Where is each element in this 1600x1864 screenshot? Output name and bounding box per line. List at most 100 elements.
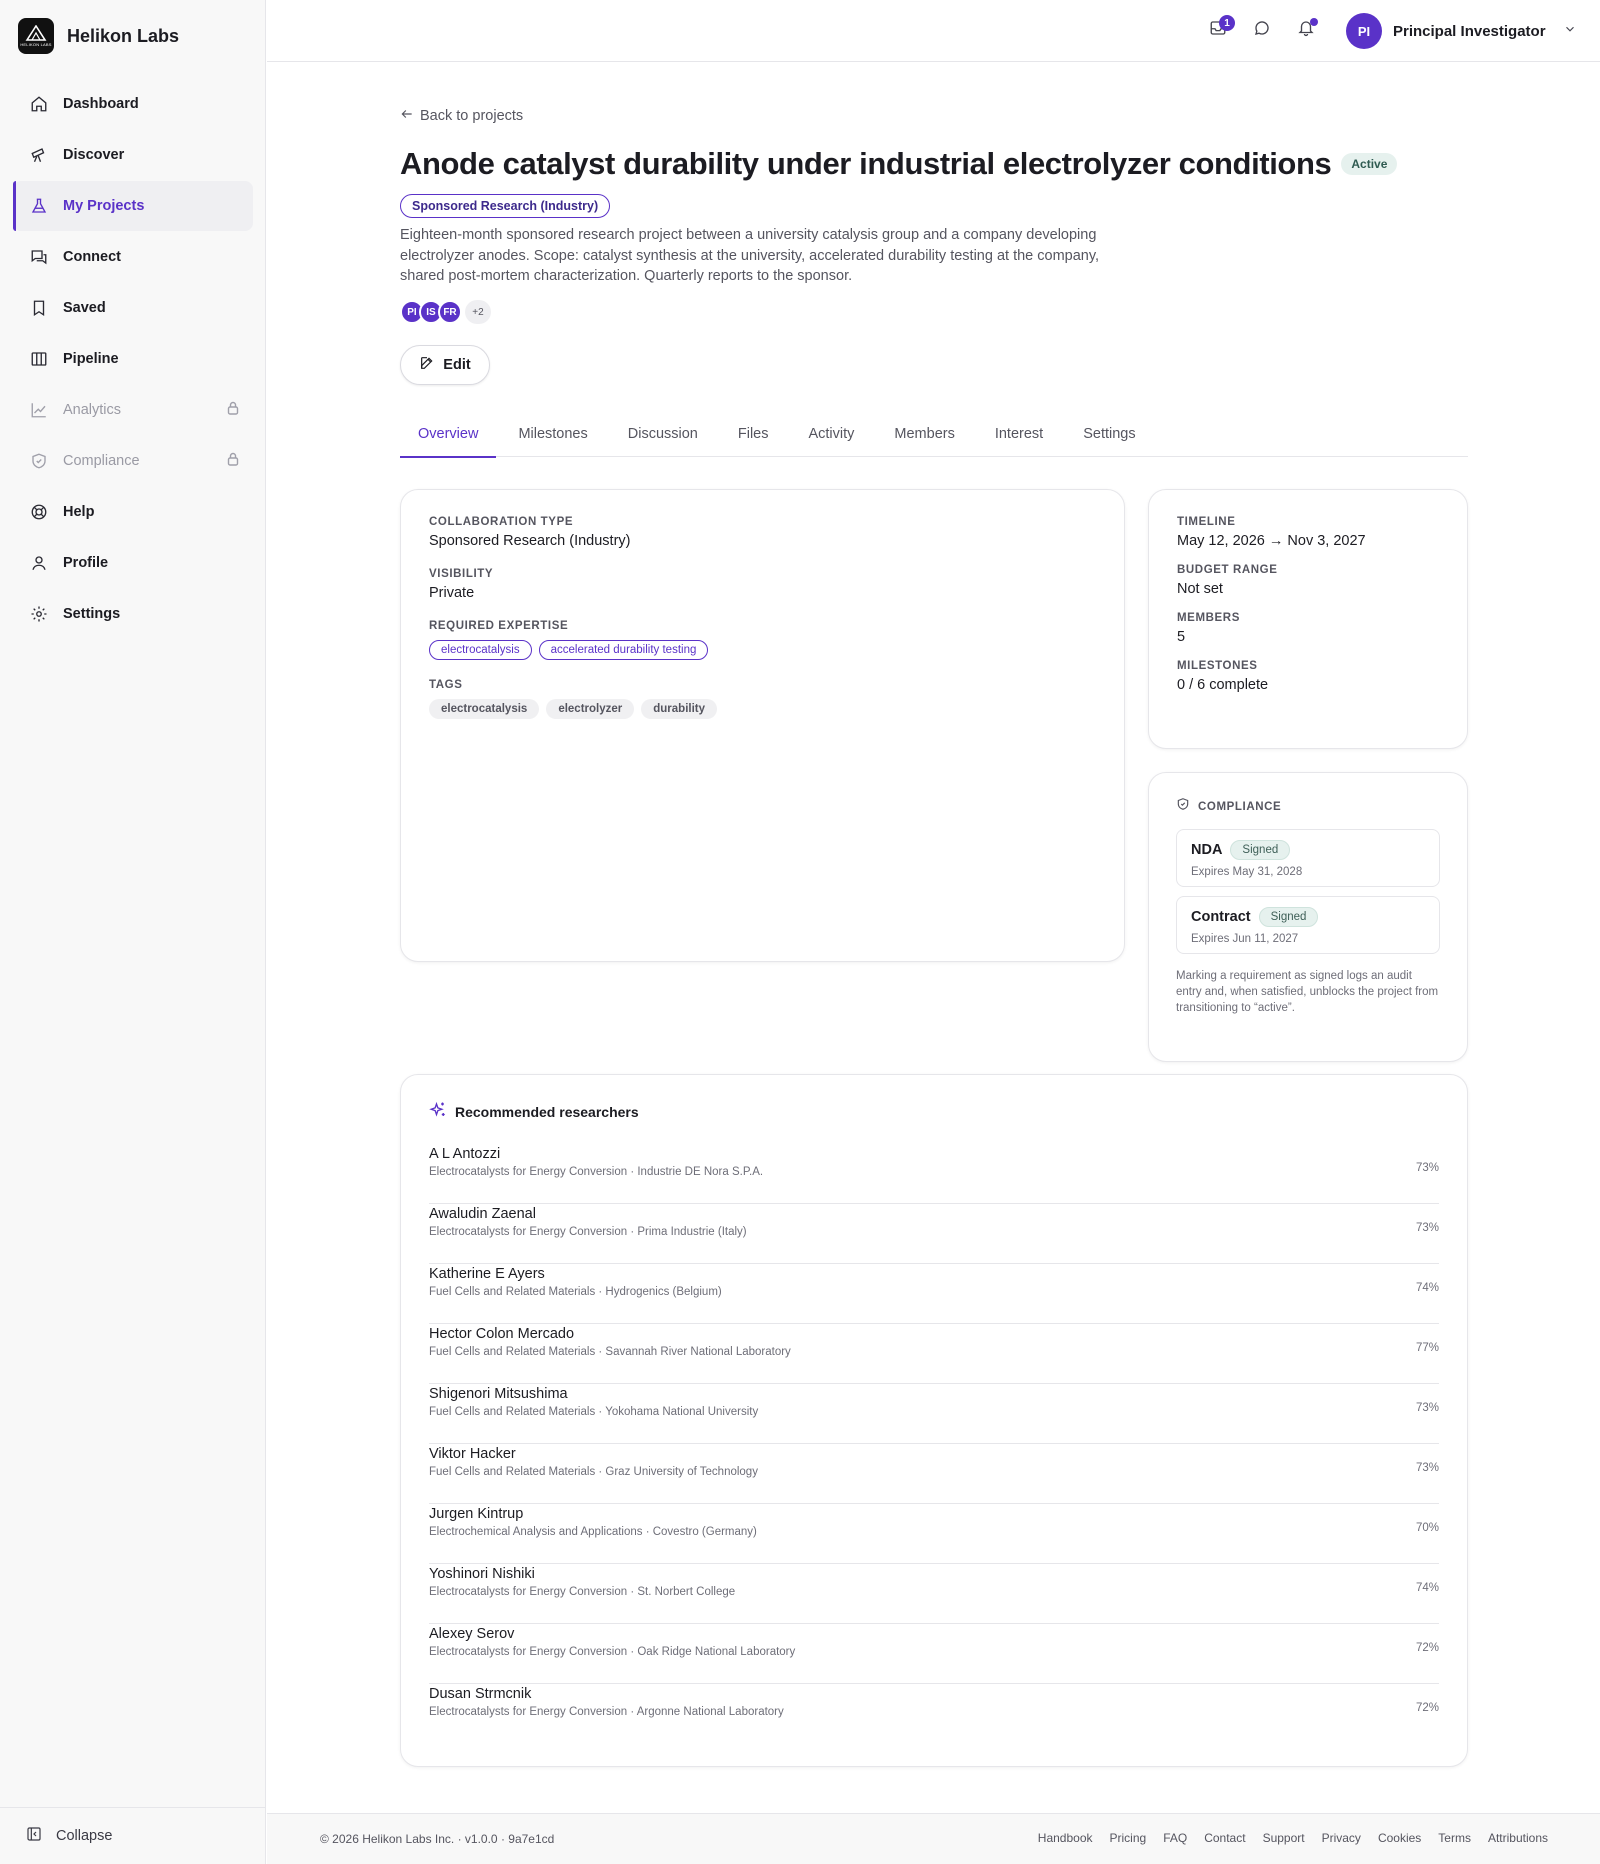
list-item[interactable]: Jurgen Kintrup Electrochemical Analysis … bbox=[429, 1504, 1439, 1564]
tab-overview[interactable]: Overview bbox=[400, 410, 497, 458]
tab-files[interactable]: Files bbox=[720, 410, 787, 457]
sidebar-item-label: Help bbox=[63, 504, 95, 520]
list-item[interactable]: A L Antozzi Electrocatalysts for Energy … bbox=[429, 1144, 1439, 1204]
sidebar-item-settings[interactable]: Settings bbox=[13, 589, 253, 639]
messages-button[interactable] bbox=[1251, 19, 1273, 41]
footer-link-faq[interactable]: FAQ bbox=[1163, 1831, 1187, 1845]
list-item[interactable]: Hector Colon Mercado Fuel Cells and Rela… bbox=[429, 1324, 1439, 1384]
field-value: Private bbox=[429, 585, 475, 601]
compliance-heading-label: Compliance bbox=[1198, 800, 1282, 813]
copyright: © 2026 Helikon Labs Inc. · v1.0.0 · 9a7e… bbox=[320, 1832, 555, 1846]
user-icon bbox=[29, 553, 49, 573]
footer-link-privacy[interactable]: Privacy bbox=[1322, 1831, 1361, 1845]
sidebar-item-connect[interactable]: Connect bbox=[13, 232, 253, 282]
compliance-item-nda[interactable]: NDA Signed Expires May 31, 2028 bbox=[1176, 829, 1440, 887]
sidebar-item-pipeline[interactable]: Pipeline bbox=[13, 334, 253, 384]
member-avatars[interactable]: PI IS FR +2 bbox=[400, 300, 491, 324]
researcher-name: Alexey Serov bbox=[429, 1626, 515, 1642]
footer-link-contact[interactable]: Contact bbox=[1204, 1831, 1245, 1845]
field-label: Collaboration type bbox=[429, 516, 574, 528]
field-value: 5 bbox=[1177, 629, 1186, 645]
match-score: 72% bbox=[1415, 1702, 1439, 1714]
inbox-count-badge: 1 bbox=[1219, 15, 1235, 31]
lock-icon bbox=[227, 401, 239, 419]
match-score: 73% bbox=[1415, 1222, 1439, 1234]
sidebar-item-label: My Projects bbox=[63, 198, 145, 214]
message-icon bbox=[1253, 19, 1271, 42]
footer: © 2026 Helikon Labs Inc. · v1.0.0 · 9a7e… bbox=[267, 1813, 1600, 1864]
tab-activity[interactable]: Activity bbox=[790, 410, 872, 457]
tag-chip[interactable]: electrocatalysis bbox=[429, 699, 540, 719]
expertise-chip[interactable]: electrocatalysis bbox=[429, 640, 532, 660]
footer-link-cookies[interactable]: Cookies bbox=[1378, 1831, 1421, 1845]
sidebar-item-dashboard[interactable]: Dashboard bbox=[13, 79, 253, 129]
sidebar-item-discover[interactable]: Discover bbox=[13, 130, 253, 180]
list-item[interactable]: Alexey Serov Electrocatalysts for Energy… bbox=[429, 1624, 1439, 1684]
match-score: 73% bbox=[1415, 1462, 1439, 1474]
sidebar-item-saved[interactable]: Saved bbox=[13, 283, 253, 333]
list-item[interactable]: Katherine E Ayers Fuel Cells and Related… bbox=[429, 1264, 1439, 1324]
field-value: Sponsored Research (Industry) bbox=[429, 533, 631, 549]
notifications-button[interactable] bbox=[1295, 18, 1318, 41]
requirement-expiry: Expires Jun 11, 2027 bbox=[1191, 933, 1299, 945]
inbox-button[interactable]: 1 bbox=[1207, 15, 1235, 41]
timeline-field: Timeline May 12, 2026 → Nov 3, 2027 bbox=[1177, 516, 1439, 549]
footer-link-attributions[interactable]: Attributions bbox=[1488, 1831, 1548, 1845]
field-label: Visibility bbox=[429, 568, 494, 580]
researcher-meta: Fuel Cells and Related Materials · Savan… bbox=[429, 1346, 791, 1358]
tab-milestones[interactable]: Milestones bbox=[500, 410, 605, 457]
visibility-field: Visibility Private bbox=[429, 568, 1096, 601]
expertise-chip[interactable]: accelerated durability testing bbox=[538, 640, 709, 660]
footer-link-handbook[interactable]: Handbook bbox=[1038, 1831, 1093, 1845]
list-item[interactable]: Dusan Strmcnik Electrocatalysts for Ener… bbox=[429, 1684, 1439, 1744]
tag-chip[interactable]: electrolyzer bbox=[546, 699, 635, 719]
researcher-meta: Electrocatalysts for Energy Conversion ·… bbox=[429, 1706, 784, 1718]
field-label: Milestones bbox=[1177, 660, 1258, 672]
researcher-name: Hector Colon Mercado bbox=[429, 1326, 575, 1342]
sidebar-item-compliance: Compliance bbox=[13, 436, 253, 486]
footer-link-terms[interactable]: Terms bbox=[1438, 1831, 1471, 1845]
recommended-heading-label: Recommended researchers bbox=[455, 1103, 639, 1120]
list-item[interactable]: Shigenori Mitsushima Fuel Cells and Rela… bbox=[429, 1384, 1439, 1444]
chat-icon bbox=[29, 247, 49, 267]
brand[interactable]: HELIKON LABS Helikon Labs bbox=[18, 18, 179, 54]
user-menu[interactable]: PI Principal Investigator bbox=[1346, 13, 1577, 49]
list-item[interactable]: Viktor Hacker Fuel Cells and Related Mat… bbox=[429, 1444, 1439, 1504]
notification-dot bbox=[1310, 18, 1318, 26]
tab-discussion[interactable]: Discussion bbox=[610, 410, 716, 457]
collapse-button[interactable]: Collapse bbox=[0, 1807, 266, 1864]
researcher-meta: Electrochemical Analysis and Application… bbox=[429, 1526, 757, 1538]
sidebar-item-label: Compliance bbox=[63, 453, 140, 469]
sidebar-item-profile[interactable]: Profile bbox=[13, 538, 253, 588]
sidebar-item-my-projects[interactable]: My Projects bbox=[13, 181, 253, 231]
list-item[interactable]: Yoshinori Nishiki Electrocatalysts for E… bbox=[429, 1564, 1439, 1624]
top-bar: 1 PI Principal Investigator bbox=[267, 0, 1600, 62]
back-link[interactable]: Back to projects bbox=[400, 107, 523, 125]
lock-icon bbox=[227, 452, 239, 470]
user-name: Principal Investigator bbox=[1393, 22, 1546, 40]
tab-settings[interactable]: Settings bbox=[1065, 410, 1153, 457]
match-score: 74% bbox=[1415, 1282, 1439, 1294]
footer-link-pricing[interactable]: Pricing bbox=[1110, 1831, 1147, 1845]
field-label: Tags bbox=[429, 679, 463, 691]
recommended-heading: Recommended researchers bbox=[429, 1101, 1439, 1122]
sidebar-item-help[interactable]: Help bbox=[13, 487, 253, 537]
tab-members[interactable]: Members bbox=[876, 410, 972, 457]
gear-icon bbox=[29, 604, 49, 624]
brand-logo-text: HELIKON LABS bbox=[20, 42, 52, 47]
list-item[interactable]: Awaludin Zaenal Electrocatalysts for Ene… bbox=[429, 1204, 1439, 1264]
footer-link-support[interactable]: Support bbox=[1263, 1831, 1305, 1845]
sidebar-item-analytics: Analytics bbox=[13, 385, 253, 435]
requirement-name: Contract bbox=[1191, 909, 1251, 925]
compliance-item-contract[interactable]: Contract Signed Expires Jun 11, 2027 bbox=[1176, 896, 1440, 954]
tab-interest[interactable]: Interest bbox=[977, 410, 1061, 457]
project-description: Eighteen-month sponsored research projec… bbox=[400, 227, 1100, 284]
researcher-meta: Electrocatalysts for Energy Conversion ·… bbox=[429, 1586, 736, 1598]
tag-chip[interactable]: durability bbox=[641, 699, 718, 719]
edit-button[interactable]: Edit bbox=[400, 345, 490, 385]
edit-label: Edit bbox=[443, 357, 471, 373]
more-members-count: +2 bbox=[465, 300, 491, 324]
researcher-name: Dusan Strmcnik bbox=[429, 1686, 532, 1702]
lifebuoy-icon bbox=[29, 502, 49, 522]
compliance-note: Marking a requirement as signed logs an … bbox=[1176, 970, 1439, 1014]
